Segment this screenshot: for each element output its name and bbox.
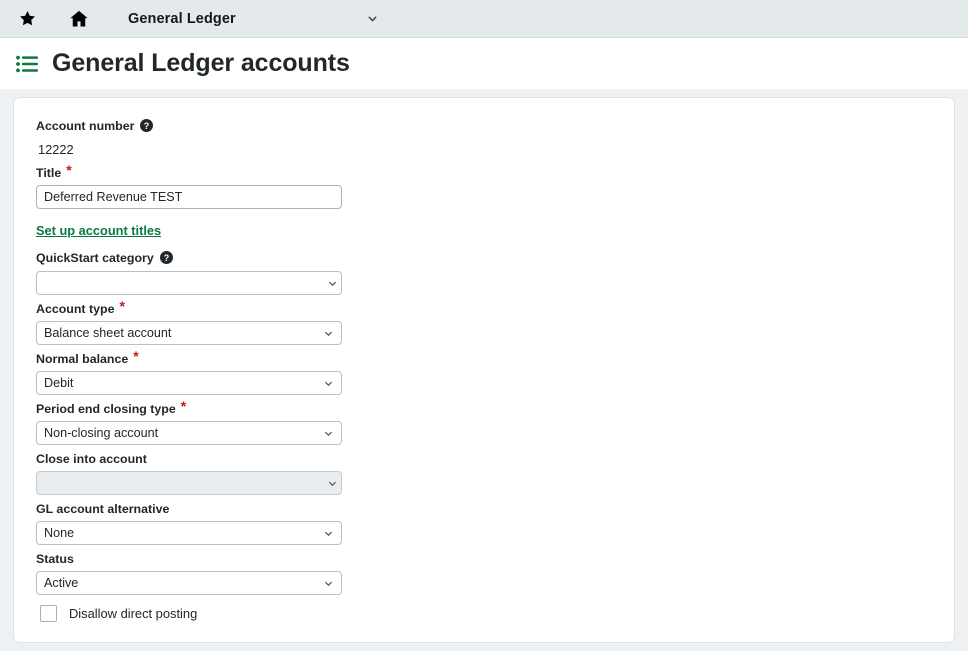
quickstart-category-value bbox=[36, 271, 342, 295]
period-end-closing-type-label: Period end closing type * bbox=[36, 398, 932, 418]
svg-text:?: ? bbox=[144, 121, 149, 131]
field-close-into-account: Close into account bbox=[36, 451, 932, 495]
field-status: Status Active bbox=[36, 551, 932, 595]
status-select[interactable]: Active bbox=[36, 571, 342, 595]
label-text: Close into account bbox=[36, 452, 147, 466]
label-text: Normal balance bbox=[36, 352, 129, 366]
label-text: Period end closing type bbox=[36, 402, 176, 416]
required-asterisk: * bbox=[119, 298, 125, 314]
chevron-down-icon[interactable] bbox=[366, 12, 379, 25]
svg-text:?: ? bbox=[164, 253, 169, 263]
gl-account-alternative-select[interactable]: None bbox=[36, 521, 342, 545]
status-label: Status bbox=[36, 551, 932, 568]
title-input[interactable] bbox=[36, 185, 342, 209]
field-title: Title * bbox=[36, 162, 932, 209]
normal-balance-value: Debit bbox=[36, 371, 342, 395]
list-icon[interactable] bbox=[16, 55, 38, 73]
account-number-label: Account number ? bbox=[36, 118, 932, 136]
field-account-number: Account number ? 12222 bbox=[36, 118, 932, 159]
account-type-label: Account type * bbox=[36, 298, 932, 318]
close-into-account-value bbox=[36, 471, 342, 495]
account-detail-card: Account number ? 12222 Title * Set up ac… bbox=[13, 97, 955, 643]
label-text: Title bbox=[36, 166, 62, 180]
label-text: Account type bbox=[36, 302, 115, 316]
label-text: Account number bbox=[36, 119, 135, 133]
module-title: General Ledger bbox=[128, 10, 236, 27]
page-title: General Ledger accounts bbox=[52, 49, 350, 77]
label-text: GL account alternative bbox=[36, 502, 170, 516]
label-text: Status bbox=[36, 552, 74, 566]
field-normal-balance: Normal balance * Debit bbox=[36, 348, 932, 395]
gl-account-alternative-label: GL account alternative bbox=[36, 501, 932, 518]
period-end-closing-type-value: Non-closing account bbox=[36, 421, 342, 445]
help-circle-icon[interactable]: ? bbox=[140, 119, 154, 137]
close-into-account-select bbox=[36, 471, 342, 495]
required-asterisk: * bbox=[133, 348, 139, 364]
normal-balance-label: Normal balance * bbox=[36, 348, 932, 368]
label-text: QuickStart category bbox=[36, 251, 154, 265]
field-disallow-direct-posting: Disallow direct posting bbox=[36, 605, 932, 622]
gl-account-alternative-value: None bbox=[36, 521, 342, 545]
account-number-value: 12222 bbox=[38, 142, 74, 157]
help-circle-icon[interactable]: ? bbox=[159, 251, 173, 269]
period-end-closing-type-select[interactable]: Non-closing account bbox=[36, 421, 342, 445]
top-navigation-bar: General Ledger bbox=[0, 0, 968, 38]
quickstart-category-label: QuickStart category ? bbox=[36, 250, 932, 268]
disallow-direct-posting-label: Disallow direct posting bbox=[69, 606, 198, 621]
disallow-direct-posting-checkbox[interactable] bbox=[40, 605, 57, 622]
field-quickstart-category: QuickStart category ? bbox=[36, 250, 932, 295]
account-type-value: Balance sheet account bbox=[36, 321, 342, 345]
field-account-type: Account type * Balance sheet account bbox=[36, 298, 932, 345]
field-gl-account-alternative: GL account alternative None bbox=[36, 501, 932, 545]
title-label: Title * bbox=[36, 162, 932, 182]
home-icon[interactable] bbox=[62, 4, 96, 34]
account-type-select[interactable]: Balance sheet account bbox=[36, 321, 342, 345]
star-icon[interactable] bbox=[10, 4, 44, 34]
setup-account-titles-link[interactable]: Set up account titles bbox=[36, 223, 161, 238]
required-asterisk: * bbox=[180, 398, 187, 414]
status-value: Active bbox=[36, 571, 342, 595]
normal-balance-select[interactable]: Debit bbox=[36, 371, 342, 395]
required-asterisk: * bbox=[66, 162, 72, 178]
page-header: General Ledger accounts bbox=[0, 38, 968, 89]
field-period-end-closing-type: Period end closing type * Non-closing ac… bbox=[36, 398, 932, 445]
quickstart-category-select[interactable] bbox=[36, 271, 342, 295]
close-into-account-label: Close into account bbox=[36, 451, 932, 468]
